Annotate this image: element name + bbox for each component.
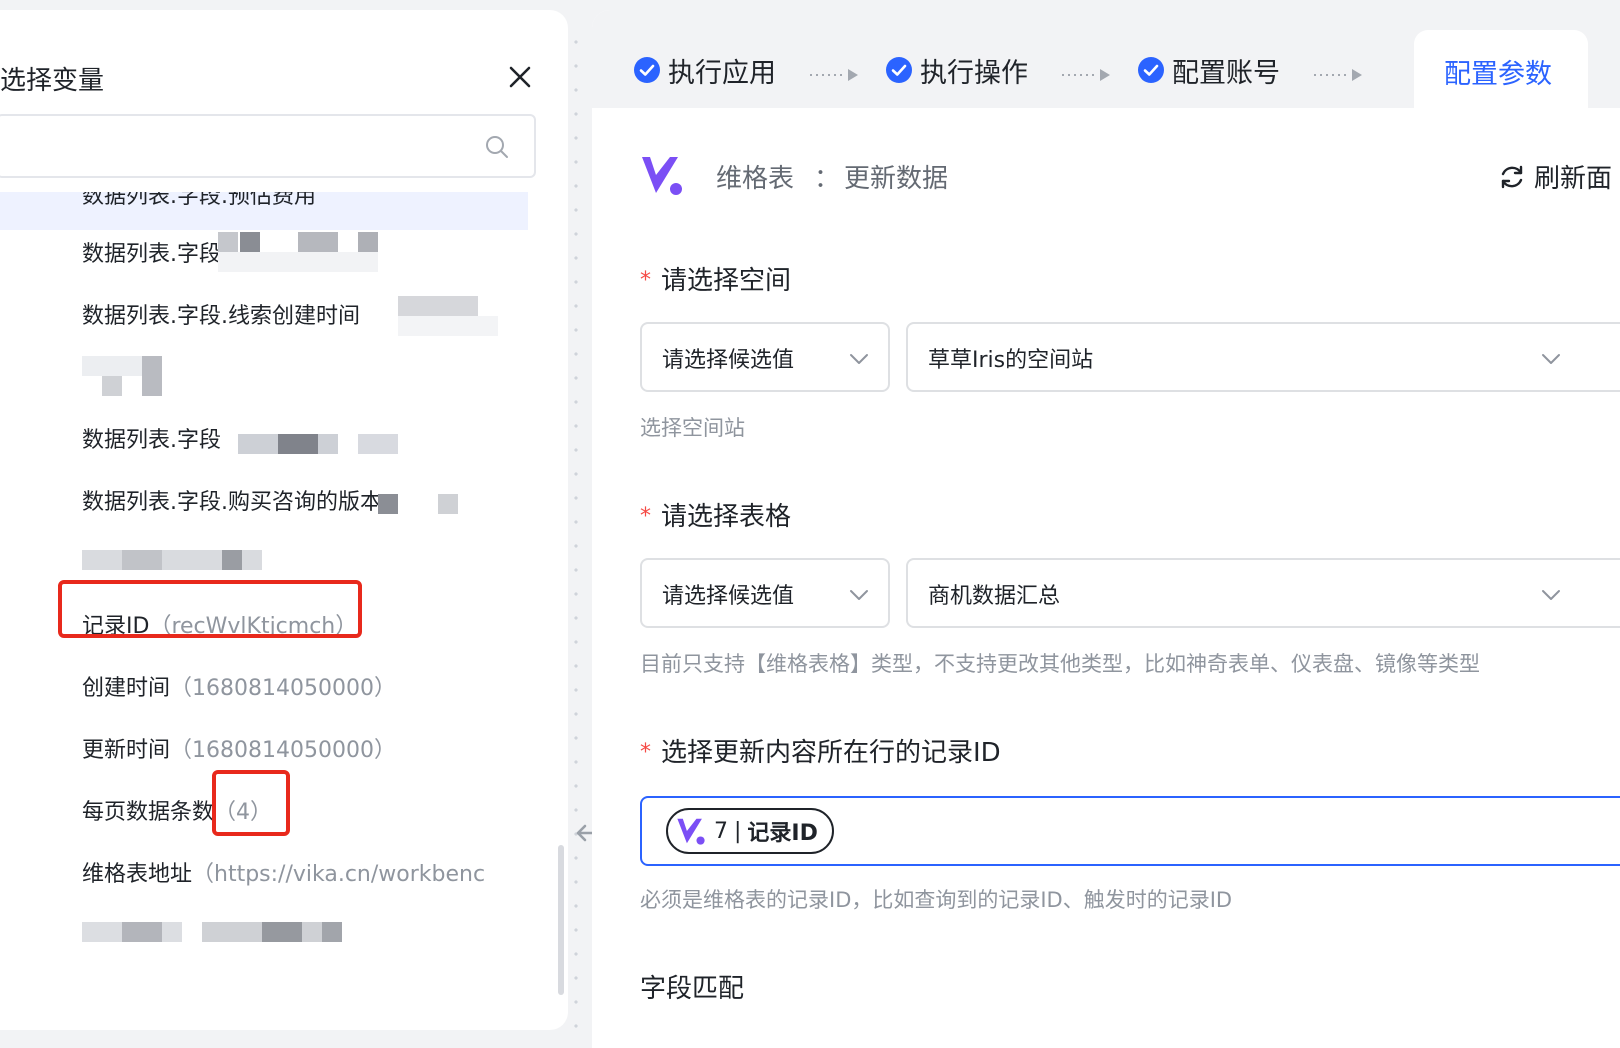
list-item[interactable]: 数据列表.字段.购买咨询的版本: [82, 484, 382, 516]
select-value: 请选择候选值: [662, 348, 795, 373]
required-mark: *: [640, 740, 651, 765]
step-execute-app[interactable]: 执行应用: [634, 52, 776, 89]
chevron-down-icon: [850, 590, 868, 600]
record-id-label: * 选择更新内容所在行的记录ID: [640, 738, 1001, 768]
scrollbar[interactable]: [558, 845, 564, 995]
variable-token[interactable]: 7 | 记录ID: [666, 808, 834, 854]
variable-value: （1680814050000）: [170, 676, 396, 701]
list-item-sheet-url[interactable]: 维格表地址（https://vika.cn/workbenc: [82, 856, 512, 888]
required-mark: *: [640, 268, 651, 293]
check-circle-icon: [1138, 57, 1164, 83]
search-input[interactable]: [8, 126, 468, 166]
step-label: 执行应用: [668, 57, 776, 89]
chevron-down-icon: [1542, 354, 1560, 364]
step-config-params[interactable]: 配置参数: [1414, 30, 1588, 108]
space-mode-select[interactable]: 请选择候选值: [640, 322, 890, 392]
app-separator: ：: [814, 164, 841, 194]
search-icon[interactable]: [484, 134, 510, 160]
field-match-label: 字段匹配: [640, 974, 745, 1004]
refresh-icon: [1501, 165, 1523, 188]
variable-value: （4）: [214, 800, 273, 825]
list-item-record-id[interactable]: 记录ID（recWvlKtjcmch）: [82, 608, 357, 640]
select-value: 商机数据汇总: [928, 584, 1061, 609]
table-select[interactable]: 商机数据汇总: [906, 558, 1620, 628]
select-value: 草草Iris的空间站: [928, 348, 1094, 373]
record-id-input[interactable]: 7 | 记录ID: [640, 796, 1620, 866]
refresh-button[interactable]: 刷新面: [1498, 158, 1612, 195]
list-item-created-time[interactable]: 创建时间（1680814050000）: [82, 670, 396, 702]
app-action: 更新数据: [844, 164, 949, 194]
panel-title: 选择变量: [0, 66, 105, 96]
variable-label: 数据列表.字段: [82, 242, 221, 267]
table-hint: 目前只支持【维格表格】类型，不支持更改其他类型，比如神奇表单、仪表盘、镜像等类型: [640, 652, 1480, 676]
variable-label: 记录ID: [82, 614, 150, 639]
list-item[interactable]: 数据列表.字段.线索创建时间: [82, 298, 360, 330]
app-name: 维格表: [716, 164, 795, 194]
variable-panel: 选择变量 数据列表.字段.预估费用 数据列表.字段 数据列表.字段.线索创建时间: [0, 10, 568, 1030]
record-id-hint: 必须是维格表的记录ID，比如查询到的记录ID、触发时的记录ID: [640, 888, 1233, 912]
check-circle-icon: [886, 57, 912, 83]
list-item-page-size[interactable]: 每页数据条数（4）: [82, 794, 272, 826]
space-hint: 选择空间站: [640, 416, 745, 440]
config-panel: 执行应用 执行操作 配置账号 配置参数 维格表 ： 更新数据 刷新面 * 请选择…: [592, 10, 1620, 1048]
variable-value: （https://vika.cn/workbenc: [192, 862, 486, 887]
variable-label: 数据列表.字段.购买咨询的版本: [82, 490, 382, 515]
variable-label: 维格表地址: [82, 862, 193, 887]
variable-value: （recWvlKtjcmch）: [149, 614, 358, 639]
refresh-label: 刷新面: [1534, 164, 1613, 194]
dotted-arrow-icon: [1314, 69, 1362, 81]
panel-divider: [574, 30, 578, 1030]
vika-logo-icon: [677, 818, 705, 845]
step-execute-action[interactable]: 执行操作: [886, 52, 1028, 89]
variable-label: 数据列表.字段: [82, 428, 221, 453]
variable-label: 每页数据条数: [82, 800, 215, 825]
variable-value: （1680814050000）: [170, 738, 396, 763]
step-label: 配置参数: [1444, 59, 1552, 90]
list-item-updated-time[interactable]: 更新时间（1680814050000）: [82, 732, 396, 764]
list-item[interactable]: 数据列表.字段: [82, 236, 221, 268]
dotted-arrow-icon: [810, 69, 858, 81]
space-label: * 请选择空间: [640, 266, 792, 296]
variable-label: 更新时间: [82, 738, 171, 763]
variable-label: 创建时间: [82, 676, 171, 701]
token-step: 7: [714, 818, 728, 844]
step-config-account[interactable]: 配置账号: [1138, 52, 1280, 89]
step-label: 执行操作: [920, 57, 1028, 89]
table-label: * 请选择表格: [640, 502, 792, 532]
close-icon[interactable]: [505, 62, 535, 92]
chevron-down-icon: [850, 354, 868, 364]
token-separator: |: [734, 818, 742, 844]
step-label: 配置账号: [1172, 57, 1280, 89]
search-box[interactable]: [0, 114, 536, 178]
variable-list: 数据列表.字段.预估费用 数据列表.字段 数据列表.字段.线索创建时间 数据列表…: [0, 192, 540, 1012]
select-value: 请选择候选值: [662, 584, 795, 609]
token-label: 记录ID: [747, 821, 818, 846]
list-item[interactable]: 数据列表.字段.预估费用: [0, 192, 528, 230]
dotted-arrow-icon: [1062, 69, 1110, 81]
vika-logo-icon: [642, 157, 682, 195]
chevron-down-icon: [1542, 590, 1560, 600]
required-mark: *: [640, 504, 651, 529]
list-item[interactable]: 数据列表.字段: [82, 422, 221, 454]
table-mode-select[interactable]: 请选择候选值: [640, 558, 890, 628]
space-select[interactable]: 草草Iris的空间站: [906, 322, 1620, 392]
variable-label: 数据列表.字段.线索创建时间: [82, 304, 360, 329]
check-circle-icon: [634, 57, 660, 83]
steps-bar: 执行应用 执行操作 配置账号 配置参数: [592, 10, 1620, 108]
